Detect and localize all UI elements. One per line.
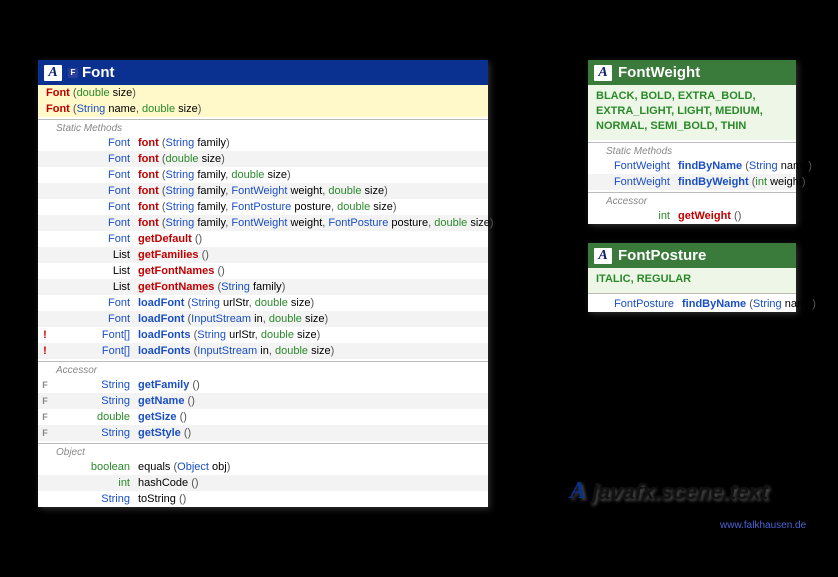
method-row: FontWeightfindByWeight (int weight) — [588, 174, 796, 190]
package-label: A javafx.scene.text — [570, 478, 768, 505]
method-row: FontWeightfindByName (String name) — [588, 158, 796, 174]
method-row: ListgetFontNames (String family) — [38, 279, 488, 295]
method-signature[interactable]: getFontNames () — [138, 264, 225, 278]
method-row: FontgetDefault () — [38, 231, 488, 247]
method-row: !Font[]loadFonts (InputStream in, double… — [38, 343, 488, 359]
method-signature[interactable]: loadFont (String urlStr, double size) — [138, 296, 314, 310]
method-signature[interactable]: toString () — [138, 492, 186, 506]
method-row: Font (double size) — [38, 85, 488, 101]
method-signature[interactable]: Font (double size) — [46, 86, 136, 100]
fontposture-title: FontPosture — [618, 247, 706, 264]
method-row: FontloadFont (String urlStr, double size… — [38, 295, 488, 311]
class-icon: A — [44, 65, 62, 81]
font-class-card: A F Font Font (double size) Font (String … — [38, 60, 488, 507]
method-row: Font (String name, double size) — [38, 101, 488, 117]
font-title: Font — [82, 64, 114, 81]
method-signature[interactable]: loadFonts (InputStream in, double size) — [138, 344, 334, 358]
method-row: Fontfont (String family, double size) — [38, 167, 488, 183]
package-icon: A — [570, 478, 586, 505]
method-row: intgetWeight () — [588, 208, 796, 224]
method-signature[interactable]: hashCode () — [138, 476, 199, 490]
method-row: Fontfont (String family, FontWeight weig… — [38, 183, 488, 199]
fontweight-header: A FontWeight — [588, 60, 796, 85]
method-row: FStringgetFamily () — [38, 377, 488, 393]
method-signature[interactable]: findByName (String name) — [682, 297, 816, 311]
package-name: javafx.scene.text — [592, 479, 768, 505]
method-signature[interactable]: getFamily () — [138, 378, 200, 392]
watermark[interactable]: www.falkhausen.de — [720, 520, 806, 531]
method-signature[interactable]: loadFont (InputStream in, double size) — [138, 312, 328, 326]
method-signature[interactable]: getStyle () — [138, 426, 191, 440]
section-object: Object — [38, 443, 488, 459]
fontposture-values: ITALIC, REGULAR — [588, 268, 796, 293]
fontposture-enum-card: A FontPosture ITALIC, REGULAR FontPostur… — [588, 243, 796, 312]
method-row: !Font[]loadFonts (String urlStr, double … — [38, 327, 488, 343]
method-signature[interactable]: loadFonts (String urlStr, double size) — [138, 328, 320, 342]
enum-icon: A — [594, 65, 612, 81]
method-row: StringtoString () — [38, 491, 488, 507]
fontweight-title: FontWeight — [618, 64, 700, 81]
method-row: FdoublegetSize () — [38, 409, 488, 425]
method-signature[interactable]: findByName (String name) — [678, 159, 812, 173]
section-accessor: Accessor — [588, 192, 796, 208]
method-row: FontloadFont (InputStream in, double siz… — [38, 311, 488, 327]
final-badge: F — [68, 68, 78, 78]
method-row: FStringgetName () — [38, 393, 488, 409]
method-row: Fontfont (String family, FontWeight weig… — [38, 215, 488, 231]
method-signature[interactable]: font (String family, FontWeight weight, … — [138, 184, 388, 198]
method-row: FontPosturefindByName (String name) — [588, 296, 796, 312]
method-signature[interactable]: findByWeight (int weight) — [678, 175, 806, 189]
method-row: Fontfont (double size) — [38, 151, 488, 167]
method-signature[interactable]: getFontNames (String family) — [138, 280, 285, 294]
method-row: booleanequals (Object obj) — [38, 459, 488, 475]
fontposture-header: A FontPosture — [588, 243, 796, 268]
method-signature[interactable]: getFamilies () — [138, 248, 209, 262]
section-static: Static Methods — [588, 142, 796, 158]
method-row: ListgetFamilies () — [38, 247, 488, 263]
method-signature[interactable]: getWeight () — [678, 209, 741, 223]
method-signature[interactable]: Font (String name, double size) — [46, 102, 201, 116]
method-signature[interactable]: font (double size) — [138, 152, 225, 166]
method-signature[interactable]: font (String family, double size) — [138, 168, 291, 182]
method-signature[interactable]: getSize () — [138, 410, 187, 424]
method-row: Fontfont (String family) — [38, 135, 488, 151]
method-signature[interactable]: getName () — [138, 394, 195, 408]
method-row: FStringgetStyle () — [38, 425, 488, 441]
method-signature[interactable]: font (String family, FontPosture posture… — [138, 200, 397, 214]
method-signature[interactable]: font (String family) — [138, 136, 230, 150]
method-signature[interactable]: font (String family, FontWeight weight, … — [138, 216, 494, 230]
enum-icon: A — [594, 248, 612, 264]
section-static: Static Methods — [38, 119, 488, 135]
section-accessor: Accessor — [38, 361, 488, 377]
method-signature[interactable]: getDefault () — [138, 232, 202, 246]
method-signature[interactable]: equals (Object obj) — [138, 460, 230, 474]
fontweight-values: BLACK, BOLD, EXTRA_BOLD, EXTRA_LIGHT, LI… — [588, 85, 796, 140]
method-row: Fontfont (String family, FontPosture pos… — [38, 199, 488, 215]
method-row: inthashCode () — [38, 475, 488, 491]
fontweight-enum-card: A FontWeight BLACK, BOLD, EXTRA_BOLD, EX… — [588, 60, 796, 224]
method-row: ListgetFontNames () — [38, 263, 488, 279]
font-header: A F Font — [38, 60, 488, 85]
